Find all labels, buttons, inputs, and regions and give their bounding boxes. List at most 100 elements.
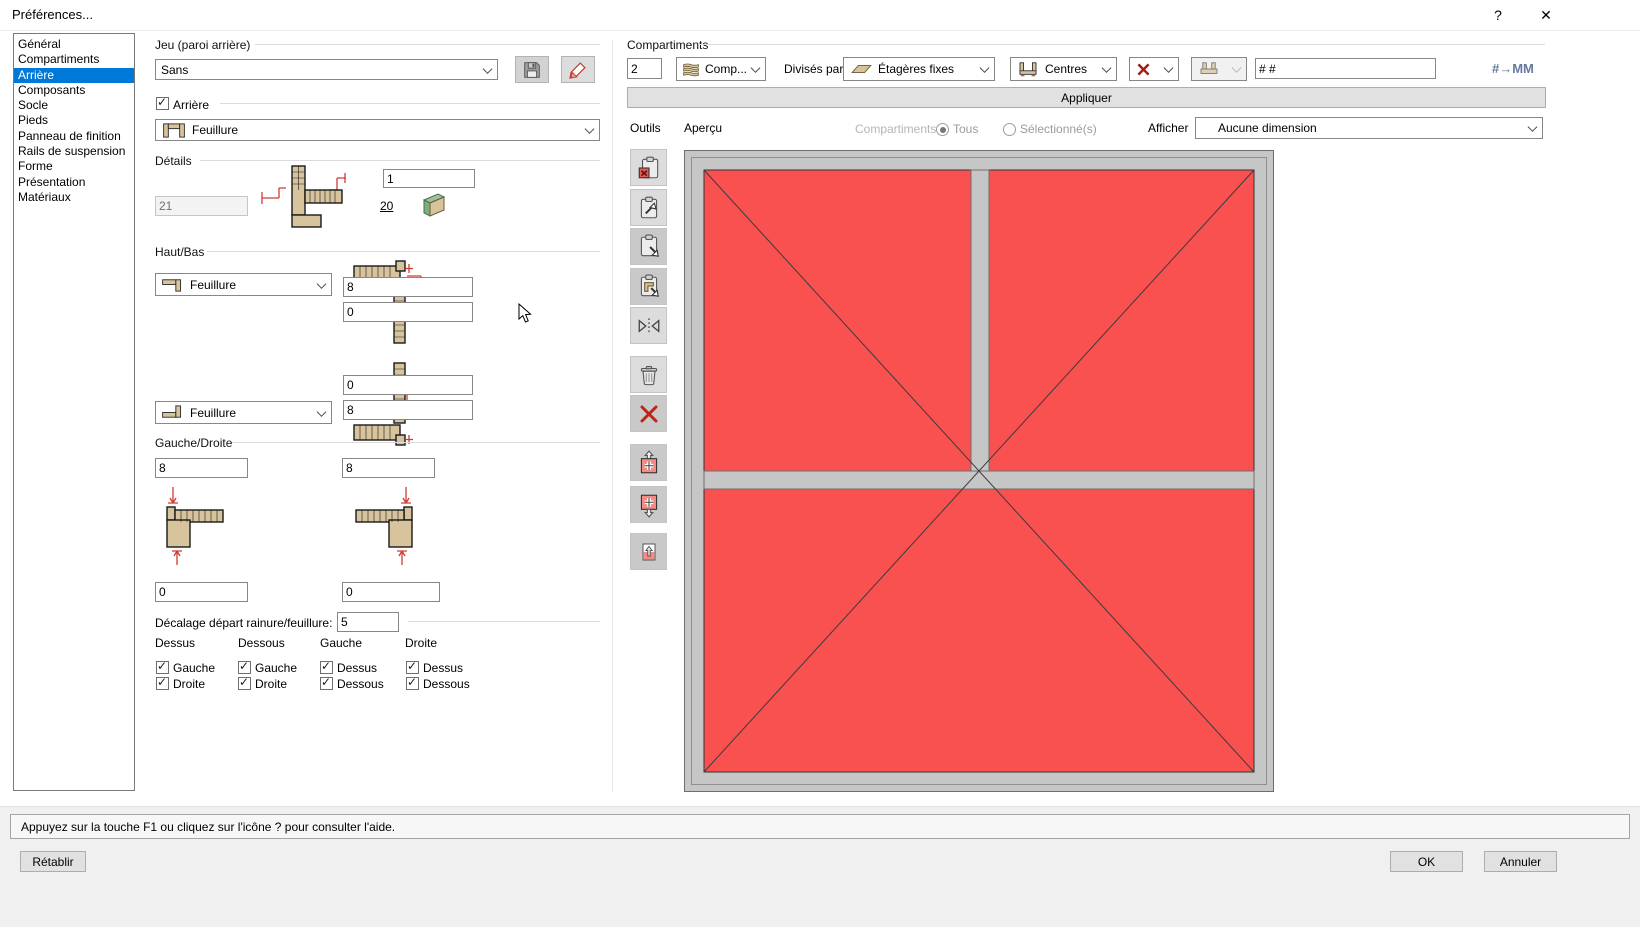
insert-below-button[interactable]	[630, 486, 667, 523]
droite-value1-field[interactable]	[342, 458, 435, 478]
sidebar-item-general[interactable]: Général	[14, 37, 134, 52]
save-preset-button[interactable]	[515, 56, 549, 83]
gauche-dessous-checkbox[interactable]	[320, 677, 333, 690]
chevron-down-icon	[1102, 63, 1112, 73]
panel-divider	[612, 40, 613, 792]
retablir-button[interactable]: Rétablir	[20, 851, 86, 872]
haut-type-value: Feuillure	[190, 278, 236, 292]
clipboard-copy-to-icon	[636, 195, 662, 221]
sidebar-item-panneau-finition[interactable]: Panneau de finition	[14, 129, 134, 144]
droite-dessus-checkbox[interactable]	[406, 661, 419, 674]
close-button[interactable]: ✕	[1526, 0, 1566, 30]
group-compartiments-title: Compartiments	[627, 38, 708, 52]
chevron-down-icon	[585, 124, 595, 134]
section-rule	[200, 160, 600, 161]
col-header-gauche: Gauche	[320, 636, 362, 650]
clipboard-paste-from-icon	[636, 234, 662, 260]
bas-value2-field[interactable]	[343, 400, 473, 420]
ok-button[interactable]: OK	[1390, 851, 1463, 872]
help-button[interactable]: ?	[1478, 0, 1518, 30]
group-gd-title: Gauche/Droite	[155, 436, 232, 450]
bas-type-dropdown[interactable]: Feuillure	[155, 401, 332, 424]
col-header-dessus: Dessus	[155, 636, 195, 650]
group-hautbas-title: Haut/Bas	[155, 245, 204, 259]
sidebar-item-presentation[interactable]: Présentation	[14, 175, 134, 190]
section-rule	[220, 103, 600, 104]
clipboard-clear-button[interactable]	[630, 149, 667, 186]
option-x-dropdown[interactable]	[1129, 57, 1179, 81]
dessus-droite-label: Droite	[173, 677, 205, 691]
compartment-top-left[interactable]	[704, 170, 971, 471]
chevron-down-icon	[483, 64, 493, 74]
jeu-preset-value: Sans	[161, 63, 188, 77]
insert-into-icon	[637, 540, 661, 564]
help-text: Appuyez sur la touche F1 ou cliquez sur …	[21, 820, 395, 834]
mouse-cursor	[518, 303, 532, 324]
mirror-button[interactable]	[630, 307, 667, 344]
dessus-droite-checkbox[interactable]	[156, 677, 169, 690]
sidebar-item-composants[interactable]: Composants	[14, 83, 134, 98]
bas-value1-field[interactable]	[343, 375, 473, 395]
jeu-detail-field[interactable]	[383, 169, 475, 188]
compartment-count-field[interactable]	[627, 58, 662, 79]
back-type-dropdown[interactable]: Feuillure	[155, 119, 600, 141]
annuler-button[interactable]: Annuler	[1484, 851, 1557, 872]
dessous-droite-checkbox[interactable]	[238, 677, 251, 690]
feuillure-top-icon	[161, 276, 185, 293]
sidebar-item-compartiments[interactable]: Compartiments	[14, 52, 134, 67]
chevron-down-icon	[1164, 63, 1174, 73]
cabinet-preview[interactable]	[684, 150, 1274, 792]
dessous-gauche-checkbox[interactable]	[238, 661, 251, 674]
tous-radio	[936, 123, 949, 136]
units-conversion-icon[interactable]: #→MM	[1492, 61, 1534, 76]
sidebar-item-arriere[interactable]: Arrière	[14, 68, 134, 83]
haut-type-dropdown[interactable]: Feuillure	[155, 273, 332, 296]
apercu-label: Aperçu	[684, 121, 722, 135]
chevron-down-icon	[1232, 63, 1242, 73]
insert-into-button[interactable]	[630, 533, 667, 570]
decalage-field[interactable]	[337, 612, 399, 632]
sidebar-item-socle[interactable]: Socle	[14, 98, 134, 113]
delete-compartment-button[interactable]	[630, 395, 667, 432]
sidebar-item-rails-suspension[interactable]: Rails de suspension	[14, 144, 134, 159]
clipboard-paste-from-button[interactable]	[630, 228, 667, 265]
alignment-dropdown[interactable]: Centres	[1010, 57, 1117, 81]
name-pattern-field[interactable]	[1255, 58, 1436, 79]
trash-button[interactable]	[630, 356, 667, 393]
dimension-display-dropdown[interactable]: Aucune dimension	[1195, 117, 1543, 139]
clipboard-clear-icon	[636, 155, 662, 181]
compartment-type-dropdown[interactable]: Comp...	[676, 57, 766, 81]
section-rule	[255, 44, 600, 45]
gauche-value2-field[interactable]	[155, 582, 248, 602]
droite-dessous-checkbox[interactable]	[406, 677, 419, 690]
shelf-profile-icon	[1197, 61, 1221, 77]
sidebar-item-pieds[interactable]: Pieds	[14, 113, 134, 128]
compartment-top-right[interactable]	[989, 170, 1254, 471]
droite-value2-field[interactable]	[342, 582, 440, 602]
haut-value1-field[interactable]	[343, 277, 473, 297]
sidebar-item-materiaux[interactable]: Matériaux	[14, 190, 134, 205]
insert-above-button[interactable]	[630, 444, 667, 481]
droite-dessus-label: Dessus	[423, 661, 463, 675]
clipboard-paste-contents-button[interactable]	[630, 268, 667, 305]
delete-x-icon	[637, 402, 661, 426]
dessous-gauche-label: Gauche	[255, 661, 297, 675]
dessus-gauche-checkbox[interactable]	[156, 661, 169, 674]
compartment-bottom[interactable]	[704, 489, 1254, 772]
material-panels-icon[interactable]	[417, 191, 449, 221]
back-type-value: Feuillure	[192, 123, 238, 137]
clipboard-copy-to-button[interactable]	[630, 189, 667, 226]
category-list: Général Compartiments Arrière Composants…	[13, 33, 135, 791]
haut-value2-field[interactable]	[343, 302, 473, 322]
gauche-value1-field[interactable]	[155, 458, 248, 478]
arriere-checkbox[interactable]	[156, 97, 169, 110]
division-type-dropdown[interactable]: Étagères fixes	[843, 57, 995, 81]
gauche-joint-diagram	[157, 485, 235, 567]
section-rule	[408, 621, 600, 622]
apply-button[interactable]: Appliquer	[627, 87, 1546, 108]
sidebar-item-forme[interactable]: Forme	[14, 159, 134, 174]
jeu-preset-dropdown[interactable]: Sans	[155, 59, 498, 80]
edit-preset-button[interactable]	[561, 56, 595, 83]
gauche-dessus-checkbox[interactable]	[320, 661, 333, 674]
value-20-link[interactable]: 20	[380, 199, 393, 213]
